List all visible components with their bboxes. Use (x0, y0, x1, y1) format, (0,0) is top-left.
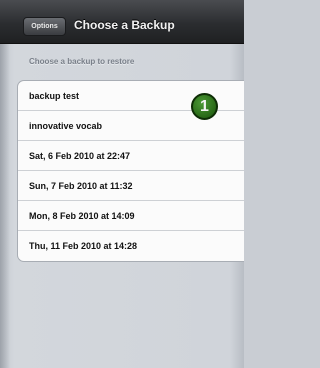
backup-row[interactable]: Thu, 11 Feb 2010 at 14:28 (18, 231, 244, 261)
edge-shadow (0, 44, 10, 368)
options-back-button[interactable]: Options (23, 17, 66, 36)
backup-row[interactable]: Sat, 6 Feb 2010 at 22:47 (18, 141, 244, 171)
section-header: Choose a backup to restore (29, 57, 135, 66)
callout-number-badge: 1 (191, 93, 218, 120)
navigation-bar: Options Choose a Backup (0, 0, 244, 44)
page-title: Choose a Backup (74, 18, 175, 32)
backup-row[interactable]: Sun, 7 Feb 2010 at 11:32 (18, 171, 244, 201)
app-screen: Options Choose a Backup Choose a backup … (0, 0, 244, 368)
backup-row[interactable]: Mon, 8 Feb 2010 at 14:09 (18, 201, 244, 231)
